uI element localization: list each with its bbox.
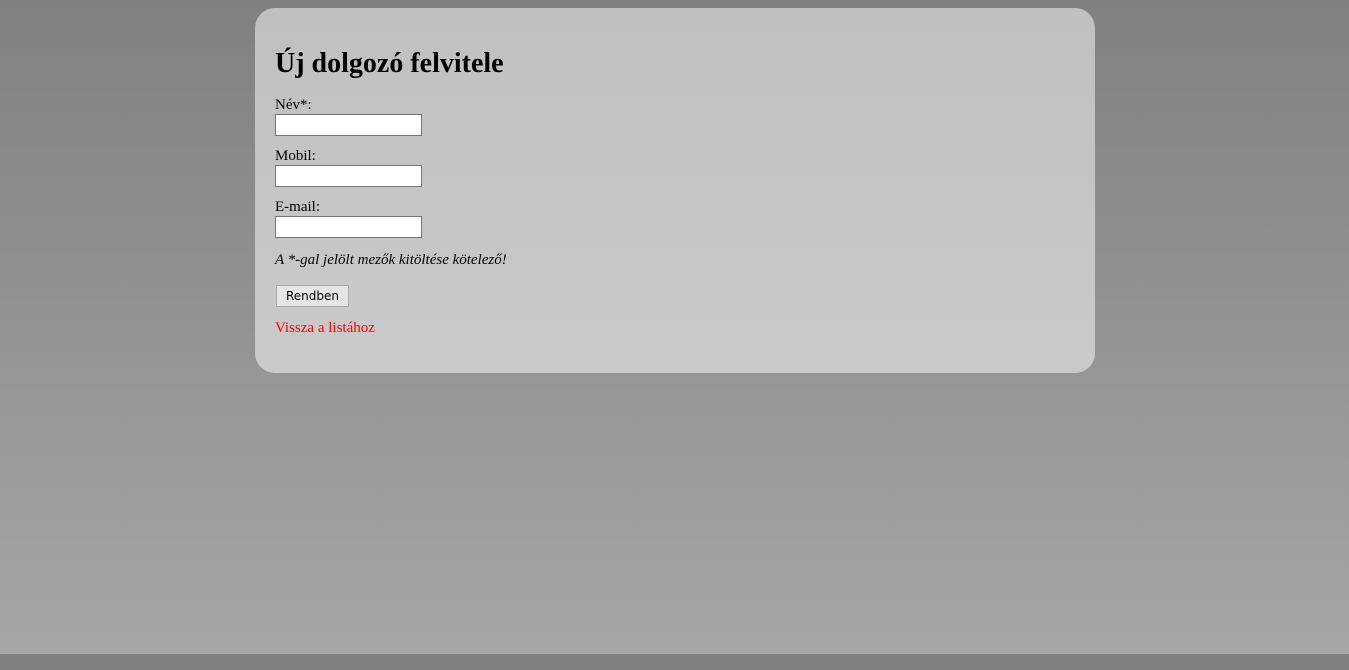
email-field-group: E-mail: bbox=[275, 199, 1075, 238]
email-label: E-mail: bbox=[275, 199, 320, 215]
mobile-label: Mobil: bbox=[275, 148, 316, 164]
name-field-group: Név*: bbox=[275, 97, 1075, 136]
email-input[interactable] bbox=[275, 216, 422, 238]
mobile-field-group: Mobil: bbox=[275, 148, 1075, 187]
main-panel: Új dolgozó felvitele Név*: Mobil: E-mail… bbox=[255, 8, 1095, 373]
required-fields-note: A *-gal jelölt mezők kitöltése kötelező! bbox=[275, 252, 507, 268]
new-employee-form: Név*: Mobil: E-mail: A *-gal jelölt mező… bbox=[275, 97, 1075, 307]
submit-button[interactable]: Rendben bbox=[276, 285, 350, 307]
name-input[interactable] bbox=[275, 114, 422, 136]
name-label: Név*: bbox=[275, 97, 312, 113]
mobile-input[interactable] bbox=[275, 165, 422, 187]
page-title: Új dolgozó felvitele bbox=[275, 48, 504, 79]
back-to-list-link[interactable]: Vissza a listához bbox=[275, 320, 1075, 337]
